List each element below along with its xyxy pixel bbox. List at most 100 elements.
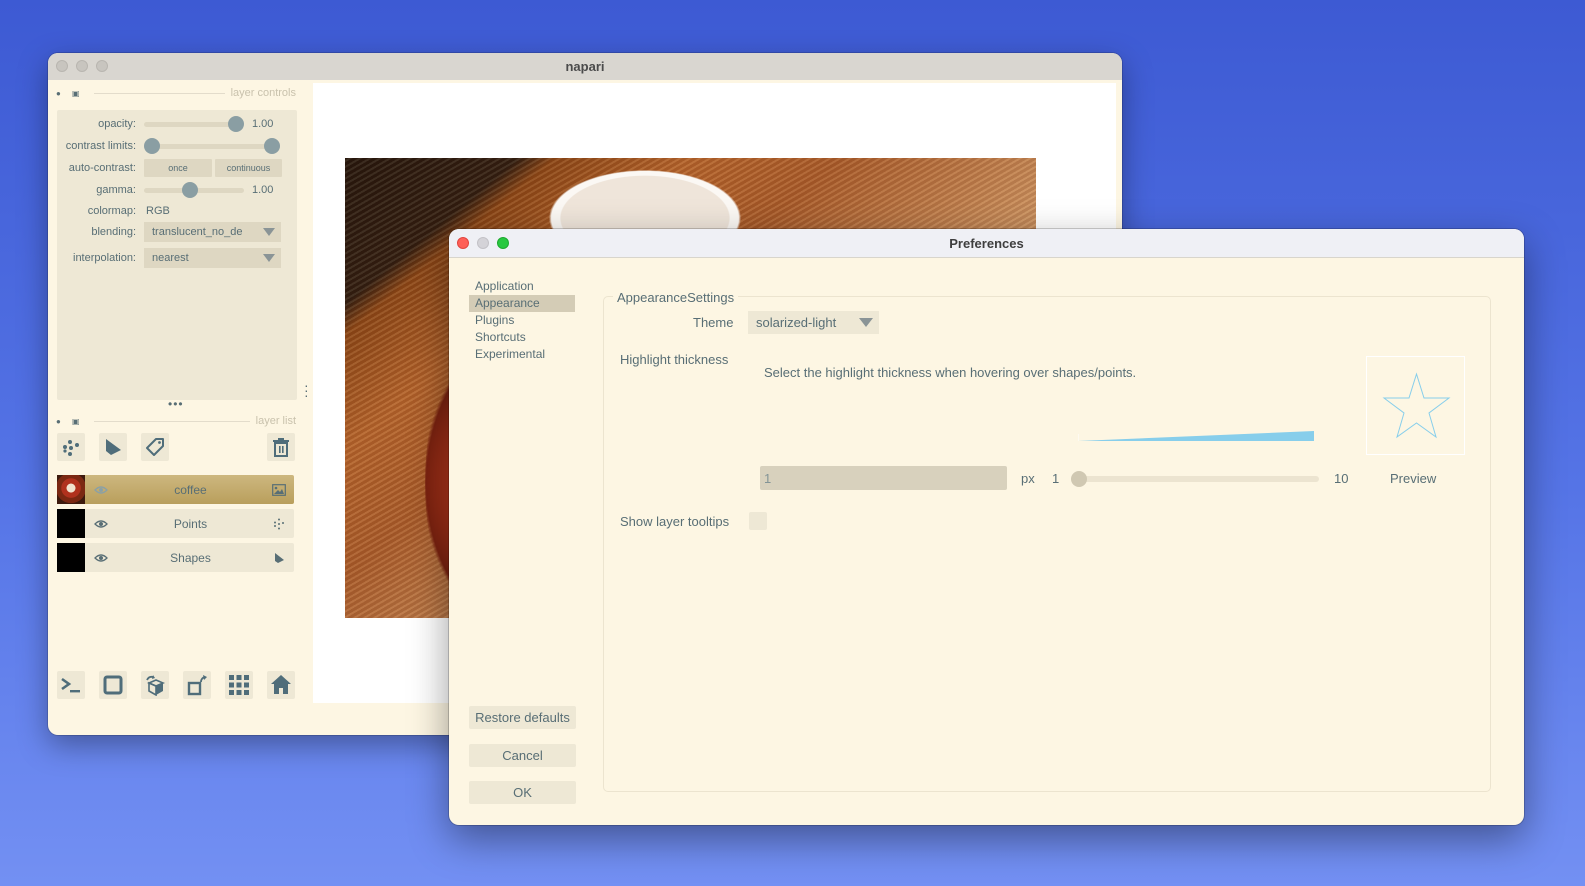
slider-handle[interactable]	[1071, 471, 1087, 487]
dock-float-icon[interactable]: ●	[56, 89, 64, 97]
chevron-down-icon	[263, 254, 275, 262]
blending-dropdown[interactable]: translucent_no_de	[144, 222, 281, 242]
nav-item-appearance[interactable]: Appearance	[469, 295, 575, 312]
points-layer-icon	[274, 518, 284, 529]
slider-max-label: 10	[1334, 471, 1349, 486]
layer-controls-header: ● ▣ layer controls	[56, 86, 296, 100]
interpolation-row: interpolation: nearest	[57, 248, 297, 268]
interpolation-value: nearest	[152, 252, 189, 264]
auto-contrast-label: auto-contrast:	[68, 162, 136, 174]
layer-row-coffee[interactable]: coffee	[57, 475, 294, 504]
opacity-slider[interactable]	[144, 114, 244, 134]
home-icon	[271, 675, 291, 694]
nav-item-experimental[interactable]: Experimental	[469, 346, 575, 363]
theme-dropdown[interactable]: solarized-light	[748, 311, 879, 334]
transpose-icon	[187, 675, 207, 696]
layer-thumbnail	[57, 543, 85, 572]
delete-layer-icon	[273, 438, 289, 457]
dock-close-icon[interactable]: ▣	[72, 417, 80, 425]
new-points-layer-button[interactable]	[57, 433, 85, 461]
contrast-high-handle[interactable]	[264, 138, 280, 154]
zoom-button[interactable]	[497, 237, 509, 249]
layer-row-points[interactable]: Points	[57, 509, 294, 538]
gamma-slider[interactable]	[144, 180, 244, 200]
auto-contrast-row: auto-contrast: once continuous	[57, 158, 297, 178]
delete-layer-button[interactable]	[267, 433, 295, 461]
napari-titlebar: napari	[48, 53, 1122, 80]
minimize-button[interactable]	[477, 237, 489, 249]
highlight-preview	[1366, 356, 1465, 455]
new-labels-layer-button[interactable]	[141, 433, 169, 461]
ok-button[interactable]: OK	[469, 781, 576, 804]
dock-resize-handle[interactable]: •••	[168, 397, 184, 411]
gamma-row: gamma: 1.00	[57, 180, 297, 200]
window-controls	[457, 237, 509, 249]
opacity-slider-handle[interactable]	[228, 116, 244, 132]
dock-close-icon[interactable]: ▣	[72, 89, 80, 97]
highlight-thickness-input[interactable]: 1	[760, 466, 1007, 490]
new-labels-icon	[146, 438, 164, 456]
grid-icon	[229, 675, 249, 695]
roll-dims-button[interactable]	[141, 671, 169, 699]
nav-item-shortcuts[interactable]: Shortcuts	[469, 329, 575, 346]
close-button[interactable]	[457, 237, 469, 249]
visibility-toggle[interactable]	[85, 485, 117, 495]
close-button[interactable]	[56, 60, 68, 72]
restore-defaults-button[interactable]: Restore defaults	[469, 706, 576, 729]
layer-row-shapes[interactable]: Shapes	[57, 543, 294, 572]
roll-dims-icon	[146, 675, 166, 696]
console-button[interactable]	[57, 671, 85, 699]
visibility-toggle[interactable]	[85, 553, 117, 563]
interpolation-dropdown[interactable]: nearest	[144, 248, 281, 268]
ndisplay-button[interactable]	[99, 671, 127, 699]
opacity-row: opacity: 1.00	[57, 114, 297, 134]
new-points-icon	[63, 440, 79, 456]
zoom-button[interactable]	[96, 60, 108, 72]
show-tooltips-checkbox[interactable]	[749, 512, 767, 530]
cancel-button[interactable]: Cancel	[469, 744, 576, 767]
interpolation-label: interpolation:	[73, 252, 136, 264]
px-unit-label: px	[1021, 471, 1035, 486]
home-button[interactable]	[267, 671, 295, 699]
colormap-value: RGB	[146, 205, 170, 217]
window-controls	[56, 60, 108, 72]
theme-value: solarized-light	[756, 315, 837, 330]
grid-view-button[interactable]	[225, 671, 253, 699]
contrast-limits-slider[interactable]	[144, 136, 280, 156]
layer-name: Shapes	[170, 550, 211, 565]
layer-type	[264, 552, 294, 564]
highlight-thickness-slider[interactable]	[1071, 471, 1319, 487]
console-icon	[61, 677, 80, 693]
gamma-slider-handle[interactable]	[182, 182, 198, 198]
new-shapes-layer-button[interactable]	[99, 433, 127, 461]
chevron-down-icon	[859, 318, 873, 327]
auto-contrast-once-button[interactable]: once	[144, 159, 212, 177]
contrast-limits-label: contrast limits:	[65, 140, 136, 152]
dock-splitter-handle[interactable]: · · ·	[304, 378, 309, 402]
layer-list-title: layer list	[255, 415, 296, 427]
layer-thumbnail	[57, 509, 85, 538]
minimize-button[interactable]	[76, 60, 88, 72]
transpose-dims-button[interactable]	[183, 671, 211, 699]
star-preview-icon	[1382, 372, 1451, 439]
divider	[94, 92, 225, 94]
eye-icon	[94, 485, 108, 494]
preferences-titlebar: Preferences	[449, 229, 1524, 258]
blending-label: blending:	[91, 226, 136, 238]
layer-name: coffee	[174, 482, 207, 497]
layer-body: coffee	[85, 475, 294, 504]
square-2d-icon	[103, 675, 123, 695]
shapes-layer-icon	[275, 552, 284, 563]
layer-type	[264, 518, 294, 530]
contrast-low-handle[interactable]	[144, 138, 160, 154]
group-title: AppearanceSettings	[613, 290, 739, 305]
nav-item-plugins[interactable]: Plugins	[469, 312, 575, 329]
nav-item-application[interactable]: Application	[469, 278, 575, 295]
dock-float-icon[interactable]: ●	[56, 417, 64, 425]
visibility-toggle[interactable]	[85, 519, 117, 529]
divider	[94, 420, 250, 422]
colormap-label: colormap:	[87, 205, 136, 217]
auto-contrast-continuous-button[interactable]: continuous	[215, 159, 282, 177]
layer-list-header: ● ▣ layer list	[56, 414, 296, 428]
blending-row: blending: translucent_no_de	[57, 222, 297, 242]
